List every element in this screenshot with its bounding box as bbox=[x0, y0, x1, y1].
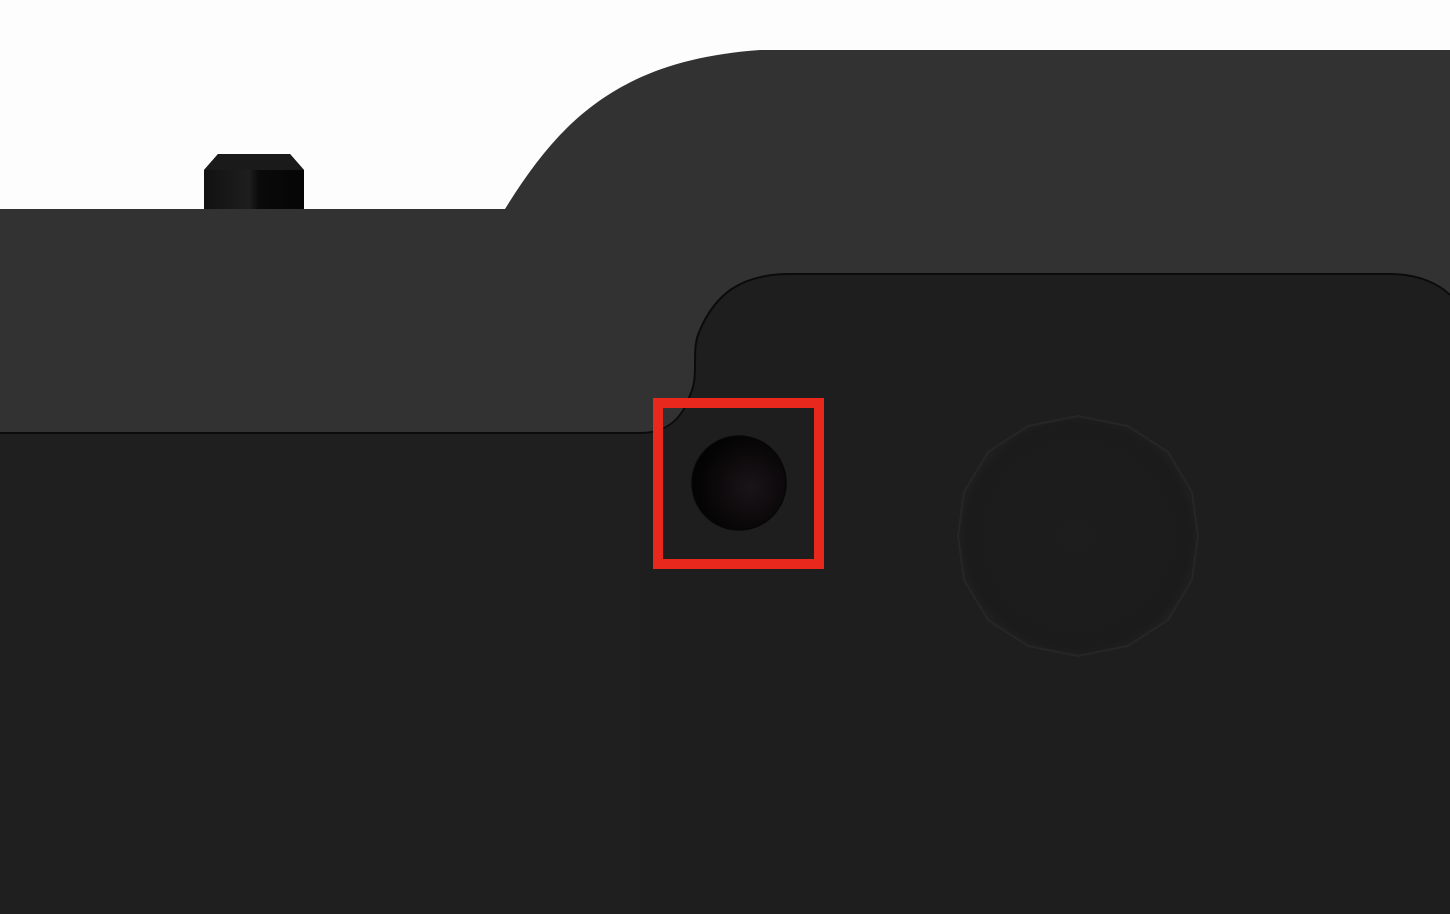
pin-icon bbox=[204, 154, 304, 209]
circle-icon bbox=[956, 414, 1200, 658]
device-scene bbox=[0, 0, 1450, 914]
hole-icon bbox=[691, 435, 787, 531]
lower-body bbox=[0, 395, 690, 914]
